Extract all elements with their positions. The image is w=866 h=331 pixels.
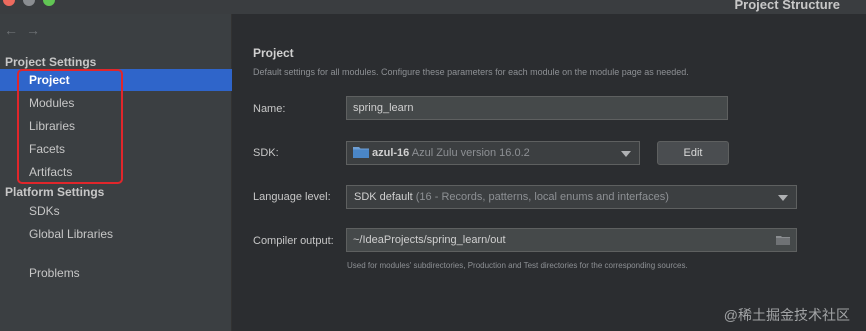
name-field[interactable]: spring_learn bbox=[346, 96, 728, 120]
compiler-output-help: Used for modules' subdirectories, Produc… bbox=[347, 261, 688, 270]
sidebar: ←→ Project Settings Project Modules Libr… bbox=[0, 14, 232, 331]
title-bar: Project Structure bbox=[0, 0, 866, 14]
folder-icon bbox=[353, 147, 369, 158]
nav-arrows: ←→ bbox=[4, 22, 48, 38]
maximize-window-button[interactable] bbox=[43, 0, 55, 6]
language-level-label: Language level: bbox=[253, 191, 331, 203]
project-settings-header: Project Settings bbox=[5, 55, 97, 69]
chevron-down-icon bbox=[778, 195, 788, 201]
sidebar-item-artifacts[interactable]: Artifacts bbox=[0, 161, 232, 183]
sdk-label: SDK: bbox=[253, 147, 279, 159]
compiler-output-label: Compiler output: bbox=[253, 235, 334, 247]
sidebar-item-libraries[interactable]: Libraries bbox=[0, 115, 232, 137]
sidebar-item-modules[interactable]: Modules bbox=[0, 92, 232, 114]
sdk-edit-button[interactable]: Edit bbox=[657, 141, 729, 165]
sidebar-item-sdks[interactable]: SDKs bbox=[0, 200, 232, 222]
sidebar-item-global-libraries[interactable]: Global Libraries bbox=[0, 223, 232, 245]
back-arrow-icon[interactable]: ← bbox=[4, 22, 26, 38]
minimize-window-button[interactable] bbox=[23, 0, 35, 6]
page-description: Default settings for all modules. Config… bbox=[253, 67, 689, 77]
sdk-detail: Azul Zulu version 16.0.2 bbox=[411, 147, 530, 159]
main-panel: Project Default settings for all modules… bbox=[233, 14, 866, 331]
page-title: Project bbox=[253, 46, 294, 60]
language-level-name: SDK default bbox=[354, 191, 413, 203]
sidebar-item-problems[interactable]: Problems bbox=[0, 262, 232, 284]
watermark: @稀土掘金技术社区 bbox=[723, 307, 850, 323]
sdk-name: azul-16 bbox=[372, 147, 410, 159]
browse-folder-icon[interactable] bbox=[776, 235, 790, 245]
chevron-down-icon bbox=[621, 151, 631, 157]
forward-arrow-icon[interactable]: → bbox=[26, 22, 48, 38]
close-window-button[interactable] bbox=[3, 0, 15, 6]
compiler-output-value: ~/IdeaProjects/spring_learn/out bbox=[353, 234, 506, 246]
sidebar-item-project[interactable]: Project bbox=[0, 69, 232, 91]
name-value: spring_learn bbox=[353, 102, 414, 114]
platform-settings-header: Platform Settings bbox=[5, 185, 105, 199]
language-level-select[interactable]: SDK default (16 - Records, patterns, loc… bbox=[346, 185, 797, 209]
compiler-output-field[interactable]: ~/IdeaProjects/spring_learn/out bbox=[346, 228, 797, 252]
sidebar-item-facets[interactable]: Facets bbox=[0, 138, 232, 160]
window-title: Project Structure bbox=[734, 0, 840, 12]
language-level-detail: (16 - Records, patterns, local enums and… bbox=[415, 191, 669, 203]
sdk-select[interactable]: azul-16 Azul Zulu version 16.0.2 bbox=[346, 141, 640, 165]
name-label: Name: bbox=[253, 103, 286, 115]
